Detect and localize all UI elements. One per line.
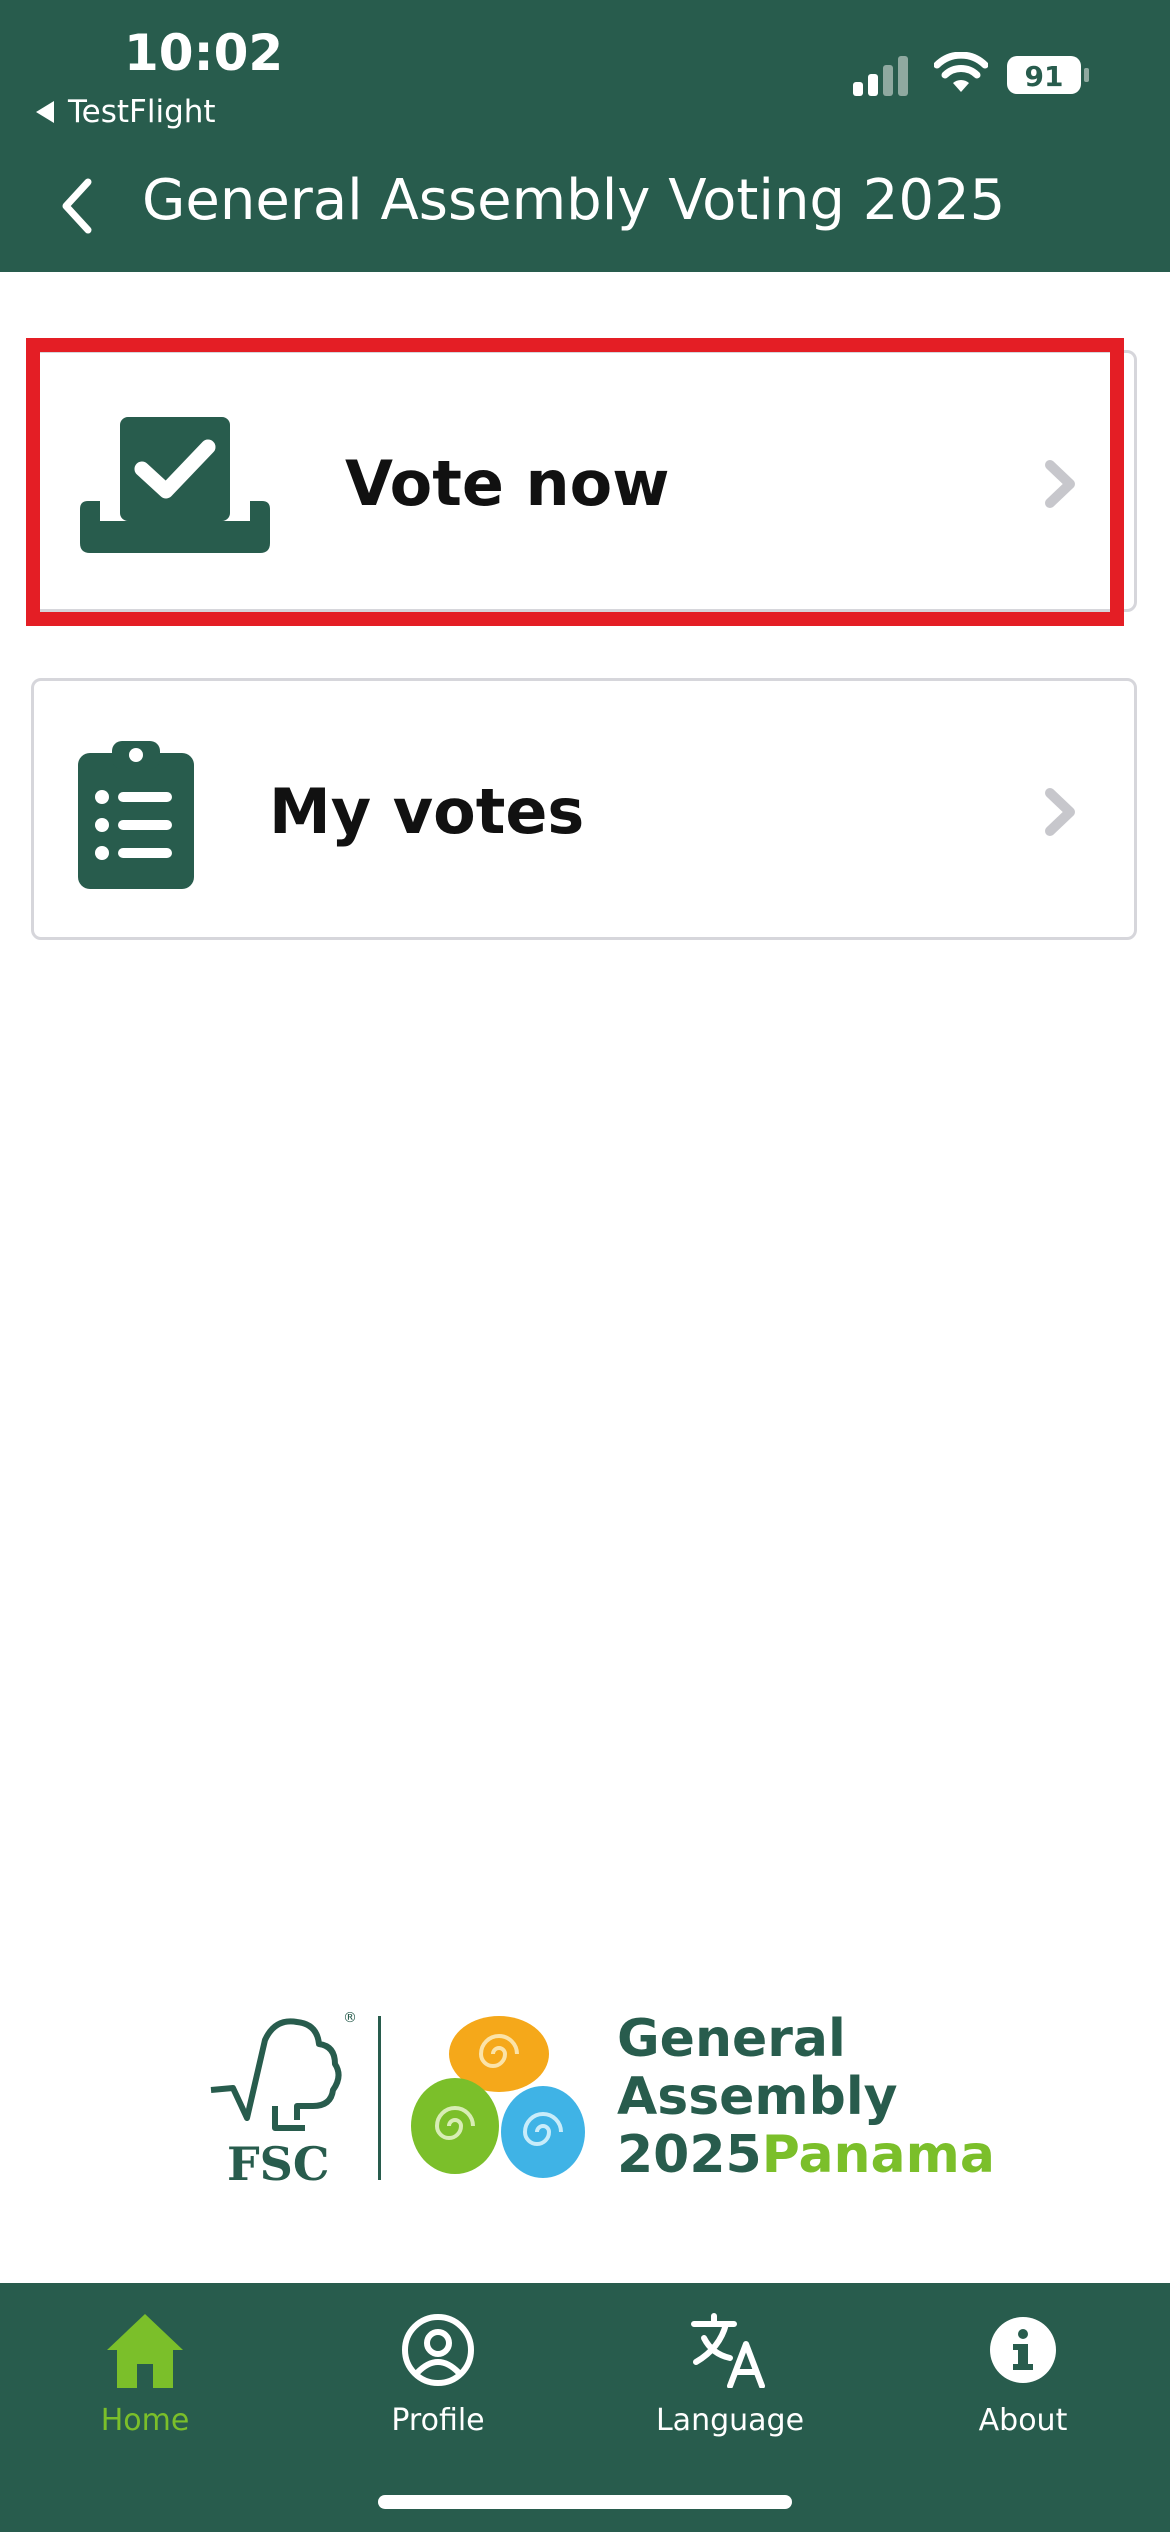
tab-language[interactable]: Language <box>630 2305 830 2438</box>
info-icon <box>990 2317 1056 2383</box>
ga-line2: Assembly <box>617 2067 898 2127</box>
translate-icon <box>691 2313 765 2388</box>
vote-now-label: Vote now <box>345 447 670 520</box>
home-indicator <box>378 2495 792 2509</box>
my-votes-card[interactable]: My votes <box>31 678 1137 940</box>
profile-icon <box>402 2314 474 2386</box>
back-triangle-icon <box>36 101 54 123</box>
tab-language-label: Language <box>655 2403 805 2438</box>
logo-divider <box>378 2016 381 2180</box>
chevron-left-icon[interactable] <box>58 176 98 236</box>
tab-profile-label: Profile <box>391 2403 485 2438</box>
tab-about[interactable]: About <box>923 2305 1123 2438</box>
back-to-testflight[interactable]: TestFlight <box>36 94 216 130</box>
ga-line1: General <box>617 2009 846 2069</box>
general-assembly-logo: ® FSC General Assembly 2025Panama <box>205 2010 995 2190</box>
fsc-tree-logo-icon: ® FSC <box>210 2010 357 2190</box>
tab-bar: Home Profile Language About <box>0 2283 1170 2532</box>
svg-text:®: ® <box>343 2010 357 2026</box>
leaves-logo-icon <box>411 2016 585 2178</box>
home-icon <box>107 2314 183 2388</box>
ballot-box-icon <box>80 417 270 553</box>
fsc-text: FSC <box>227 2137 330 2190</box>
ga-place: Panama <box>761 2125 995 2185</box>
ga-year: 2025 <box>617 2125 762 2185</box>
tab-home-label: Home <box>100 2403 190 2438</box>
app-header: 10:02 TestFlight 91 General Assembly Vot… <box>0 0 1170 272</box>
page-title: General Assembly Voting 2025 <box>142 168 1006 233</box>
wifi-icon <box>934 52 988 92</box>
tab-profile[interactable]: Profile <box>338 2305 538 2438</box>
tab-home[interactable]: Home <box>45 2305 245 2438</box>
my-votes-label: My votes <box>269 775 585 848</box>
battery-level: 91 <box>1025 60 1064 93</box>
status-time: 10:02 <box>124 24 284 82</box>
tab-about-label: About <box>978 2403 1068 2438</box>
chevron-right-icon <box>1045 460 1075 508</box>
chevron-right-icon <box>1045 788 1075 836</box>
battery-icon: 91 <box>1007 56 1089 94</box>
vote-now-card[interactable]: Vote now <box>31 350 1137 612</box>
battery-indicator: 91 <box>1005 54 1091 102</box>
assembly-title-text: General Assembly 2025Panama <box>617 2010 995 2184</box>
clipboard-list-icon <box>78 741 194 889</box>
cellular-signal-icon <box>853 56 908 96</box>
back-app-label: TestFlight <box>68 94 216 130</box>
